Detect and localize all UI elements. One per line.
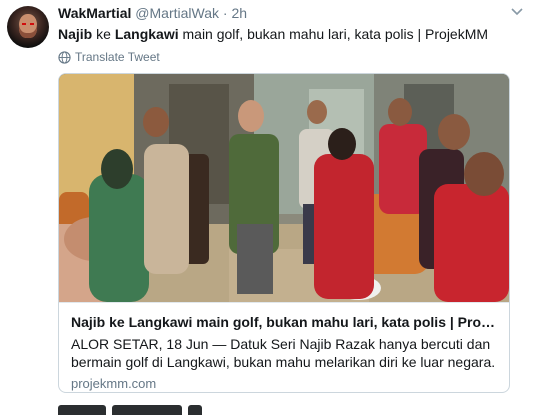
- author-name[interactable]: WakMartial: [58, 5, 131, 21]
- tweet-word: Najib: [58, 26, 93, 42]
- card-image[interactable]: [59, 74, 509, 302]
- timestamp[interactable]: 2h: [231, 5, 247, 21]
- translate-tweet-link[interactable]: Translate Tweet: [58, 50, 160, 64]
- separator: ·: [222, 5, 228, 21]
- tweet-header: WakMartial @MartialWak · 2h: [58, 5, 247, 21]
- card-domain: projekmm.com: [71, 376, 157, 391]
- card-title[interactable]: Najib ke Langkawi main golf, bukan mahu …: [71, 313, 497, 331]
- avatar-face: [19, 14, 37, 38]
- next-tweet-preview: [58, 405, 218, 415]
- tweet[interactable]: WakMartial @MartialWak · 2h Najib ke Lan…: [0, 0, 537, 415]
- globe-icon: [58, 50, 71, 64]
- card-description: ALOR SETAR, 18 Jun — Datuk Seri Najib Ra…: [71, 336, 496, 370]
- chevron-down-icon[interactable]: [511, 8, 523, 16]
- translate-tweet-label: Translate Tweet: [75, 50, 160, 64]
- avatar[interactable]: [7, 6, 49, 48]
- tweet-word: ke: [92, 26, 115, 42]
- tweet-word: Langkawi: [114, 26, 179, 42]
- avatar-eye: [22, 23, 26, 25]
- author-handle[interactable]: @MartialWak: [135, 5, 219, 21]
- tweet-word: main golf, bukan mahu lari, kata polis |…: [178, 26, 489, 42]
- card-photo: [59, 74, 509, 302]
- tweet-text: Najib ke Langkawi main golf, bukan mahu …: [58, 26, 488, 42]
- link-card[interactable]: Najib ke Langkawi main golf, bukan mahu …: [58, 73, 510, 393]
- avatar-eye: [30, 23, 34, 25]
- card-body[interactable]: Najib ke Langkawi main golf, bukan mahu …: [59, 302, 509, 392]
